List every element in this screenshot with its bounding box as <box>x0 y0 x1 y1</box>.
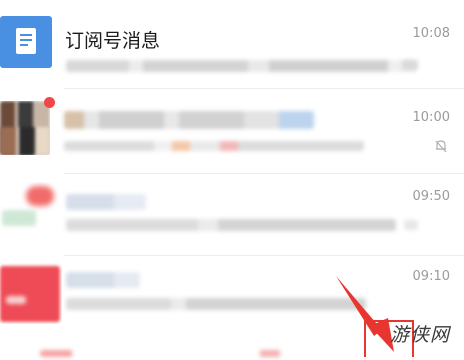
group-name-blurred <box>64 111 314 129</box>
document-icon <box>16 28 36 54</box>
conversation-time: 09:50 <box>412 189 450 204</box>
conversation-time: 10:00 <box>412 110 450 125</box>
conversation-time: 10:08 <box>412 26 450 41</box>
conversation-time: 09:10 <box>412 269 450 284</box>
unread-indicator-blurred <box>404 220 418 230</box>
message-preview-blurred <box>64 141 364 151</box>
conversation-row-subscriptions[interactable]: 订阅号消息 10:08 <box>0 0 464 87</box>
message-preview-blurred <box>66 60 416 72</box>
unread-dot <box>44 97 55 108</box>
conversation-title: 订阅号消息 <box>65 30 161 52</box>
message-preview-blurred <box>66 298 366 310</box>
contact-name-blurred <box>66 272 140 288</box>
conversation-row-contact[interactable]: 09:50 <box>0 174 464 261</box>
contact-name-blurred <box>66 194 146 210</box>
contact-avatar <box>0 262 62 324</box>
watermark-text: 游侠网 <box>389 324 450 346</box>
contact-avatar <box>0 182 60 242</box>
subscription-avatar <box>0 16 52 68</box>
group-avatar <box>0 101 50 155</box>
unread-indicator-blurred <box>402 60 418 70</box>
conversation-row-group[interactable]: 10:00 <box>0 89 464 176</box>
mute-icon <box>435 140 447 153</box>
message-preview-blurred <box>66 219 396 231</box>
